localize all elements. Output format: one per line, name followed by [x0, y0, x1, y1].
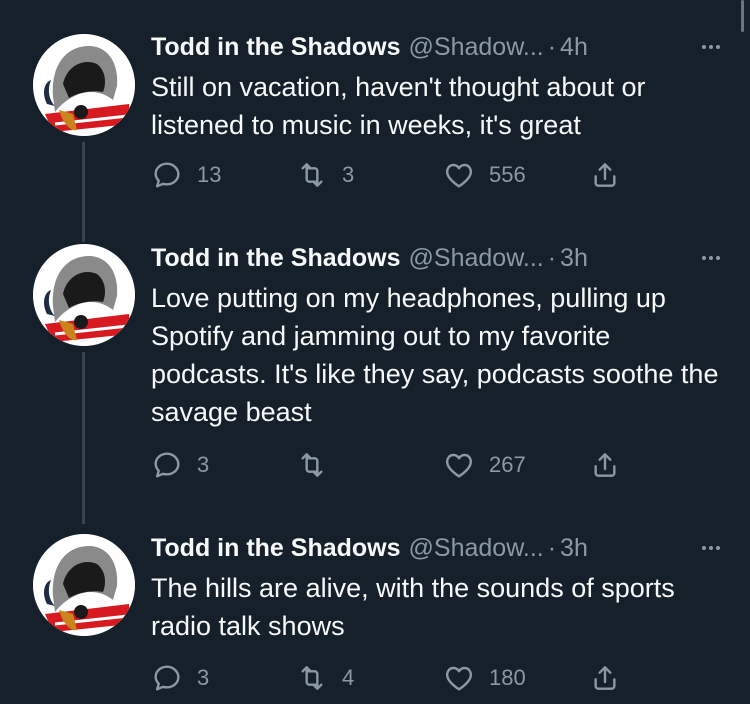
reply-icon — [154, 452, 180, 478]
tweet-text: Still on vacation, haven't thought about… — [151, 72, 646, 140]
retweet-button[interactable]: 4 — [296, 660, 354, 696]
tweet-header: Todd in the Shadows @Shadow... · 4h — [151, 30, 720, 64]
thread-line — [82, 352, 85, 524]
avatar[interactable] — [33, 244, 135, 346]
share-icon — [594, 666, 616, 690]
retweet-count: 4 — [342, 665, 355, 690]
avatar[interactable] — [33, 34, 135, 136]
like-button[interactable]: 180 — [443, 660, 526, 696]
share-button[interactable] — [589, 660, 621, 696]
reply-count: 13 — [197, 162, 222, 187]
retweet-count: 3 — [342, 162, 355, 187]
heart-icon — [445, 163, 473, 188]
avatar-image — [33, 244, 135, 346]
more-icon[interactable] — [702, 30, 720, 64]
more-icon[interactable] — [702, 241, 720, 275]
thread-line — [82, 142, 85, 242]
author-handle[interactable]: @Shadow... — [409, 33, 544, 62]
heart-icon — [445, 453, 473, 478]
like-button[interactable]: 267 — [443, 447, 526, 483]
tweet-text: The hills are alive, with the sounds of … — [151, 573, 675, 641]
avatar-image — [33, 34, 135, 136]
tweet-actions: 3 4 180 — [151, 660, 631, 696]
reply-icon — [154, 162, 180, 188]
retweet-button[interactable] — [296, 447, 342, 483]
heart-icon — [445, 666, 473, 691]
tweet-thread: Todd in the Shadows @Shadow... · 4h Stil… — [0, 0, 750, 704]
reply-button[interactable]: 3 — [151, 660, 209, 696]
tweet-header: Todd in the Shadows @Shadow... · 3h — [151, 241, 720, 275]
share-icon — [594, 163, 616, 187]
share-icon — [594, 453, 616, 477]
timestamp[interactable]: 3h — [560, 244, 588, 273]
tweet-text: Love putting on my headphones, pulling u… — [151, 283, 719, 427]
tweet-actions: 3 267 — [151, 447, 631, 483]
scrollbar[interactable] — [741, 0, 744, 32]
timestamp[interactable]: 4h — [560, 33, 588, 62]
tweet-actions: 13 3 556 — [151, 157, 631, 193]
reply-icon — [154, 665, 180, 691]
separator: · — [547, 32, 557, 61]
author-name[interactable]: Todd in the Shadows — [151, 244, 401, 273]
retweet-button[interactable]: 3 — [296, 157, 354, 193]
author-name[interactable]: Todd in the Shadows — [151, 33, 401, 62]
timestamp[interactable]: 3h — [560, 534, 588, 563]
share-button[interactable] — [589, 157, 621, 193]
reply-count: 3 — [197, 452, 210, 477]
reply-button[interactable]: 3 — [151, 447, 209, 483]
like-button[interactable]: 556 — [443, 157, 526, 193]
avatar[interactable] — [33, 534, 135, 636]
like-count: 180 — [489, 665, 526, 690]
author-handle[interactable]: @Shadow... — [409, 244, 544, 273]
tweet-header: Todd in the Shadows @Shadow... · 3h — [151, 531, 720, 565]
author-handle[interactable]: @Shadow... — [409, 534, 544, 563]
separator: · — [547, 533, 557, 562]
like-count: 556 — [489, 162, 526, 187]
retweet-icon — [301, 666, 323, 690]
like-count: 267 — [489, 452, 526, 477]
retweet-icon — [301, 453, 323, 477]
author-name[interactable]: Todd in the Shadows — [151, 534, 401, 563]
retweet-icon — [301, 163, 323, 187]
more-icon[interactable] — [702, 531, 720, 565]
separator: · — [547, 243, 557, 272]
share-button[interactable] — [589, 447, 621, 483]
avatar-image — [33, 534, 135, 636]
reply-count: 3 — [197, 665, 210, 690]
reply-button[interactable]: 13 — [151, 157, 221, 193]
